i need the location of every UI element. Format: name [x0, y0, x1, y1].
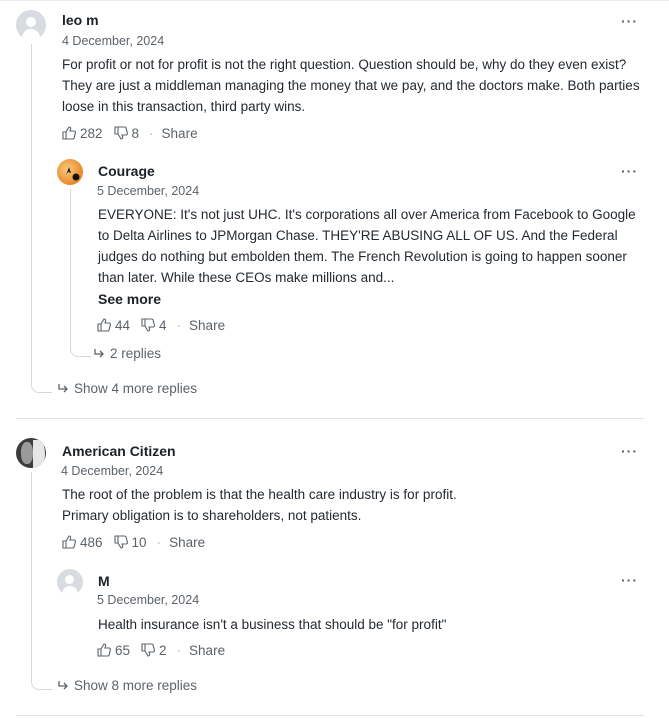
show-more-replies-label: Show 4 more replies [74, 381, 198, 396]
share-button[interactable]: Share [189, 318, 225, 333]
avatar[interactable] [16, 438, 46, 468]
reply-actions: 44 4 · Share [96, 315, 225, 335]
comment-text-line: The root of the problem is that the heal… [62, 487, 457, 502]
thumbs-down-icon[interactable] [113, 534, 129, 550]
reply-date: 5 December, 2024 [97, 593, 200, 607]
comment-date: 4 December, 2024 [62, 34, 165, 48]
comment-text: The root of the problem is that the heal… [62, 484, 642, 526]
reply-actions: 65 2 · Share [96, 640, 225, 660]
reply-author[interactable]: Courage [98, 163, 155, 179]
reply-arrow-icon [58, 383, 68, 392]
show-more-replies-label: Show 8 more replies [74, 678, 198, 693]
replies-count-label: 2 replies [110, 346, 162, 361]
see-more-button[interactable]: See more [98, 291, 161, 307]
comment-author[interactable]: American Citizen [62, 443, 176, 459]
dislike-count: 8 [131, 125, 140, 141]
show-more-connector [31, 380, 52, 393]
comment-text-line: Primary obligation is to shareholders, n… [62, 508, 362, 523]
like-count: 486 [80, 534, 103, 550]
thumbs-down-icon[interactable] [140, 317, 156, 333]
thumbs-up-icon[interactable] [96, 642, 112, 658]
dot-separator: · [176, 642, 182, 658]
share-button[interactable]: Share [169, 535, 205, 550]
reply-thread-line [70, 189, 71, 352]
more-options-button[interactable]: ··· [621, 14, 638, 28]
share-button[interactable]: Share [162, 126, 198, 141]
like-count: 282 [80, 125, 103, 141]
comment-text: For profit or not for profit is not the … [62, 57, 640, 114]
thumbs-down-icon[interactable] [140, 642, 156, 658]
comment-divider [16, 715, 644, 716]
more-options-button[interactable]: ··· [621, 573, 638, 587]
comment-date: 4 December, 2024 [61, 464, 164, 478]
share-button[interactable]: Share [189, 643, 225, 658]
replies-connector [70, 346, 91, 357]
comment-actions: 282 8 · Share [61, 123, 198, 143]
comment-author[interactable]: leo m [62, 12, 99, 28]
reply-arrow-icon [94, 348, 104, 357]
like-count: 44 [115, 317, 131, 333]
thumbs-down-icon[interactable] [113, 125, 129, 141]
reply-arrow-icon [58, 680, 68, 689]
dot-separator: · [176, 317, 182, 333]
reply-text: Health insurance isn't a business that s… [98, 617, 447, 632]
thread-line [31, 472, 32, 678]
avatar[interactable] [57, 569, 83, 595]
thread-line [31, 44, 32, 380]
top-divider [0, 0, 669, 1]
reply-connector [31, 150, 32, 151]
more-options-button[interactable]: ··· [621, 444, 638, 458]
thumbs-up-icon[interactable] [61, 534, 77, 550]
show-more-connector [31, 677, 52, 690]
dot-separator: · [149, 125, 154, 141]
more-options-button[interactable]: ··· [621, 164, 638, 178]
reply-author[interactable]: M [98, 573, 110, 589]
show-more-replies-link[interactable]: Show 8 more replies [57, 678, 197, 693]
reply-text: EVERYONE: It's not just UHC. It's corpor… [98, 207, 636, 285]
comment-divider [16, 418, 644, 419]
dislike-count: 10 [131, 534, 147, 550]
dot-separator: · [156, 534, 162, 550]
thumbs-up-icon[interactable] [61, 125, 77, 141]
thumbs-up-icon[interactable] [96, 317, 112, 333]
view-replies-link[interactable]: 2 replies [93, 346, 161, 361]
like-count: 65 [115, 642, 131, 658]
comment-actions: 486 10 · Share [61, 532, 205, 552]
avatar[interactable] [16, 10, 46, 40]
show-more-replies-link[interactable]: Show 4 more replies [57, 381, 197, 396]
reply-date: 5 December, 2024 [97, 184, 200, 198]
dislike-count: 2 [159, 642, 167, 658]
dislike-count: 4 [159, 317, 167, 333]
avatar[interactable] [57, 159, 83, 185]
